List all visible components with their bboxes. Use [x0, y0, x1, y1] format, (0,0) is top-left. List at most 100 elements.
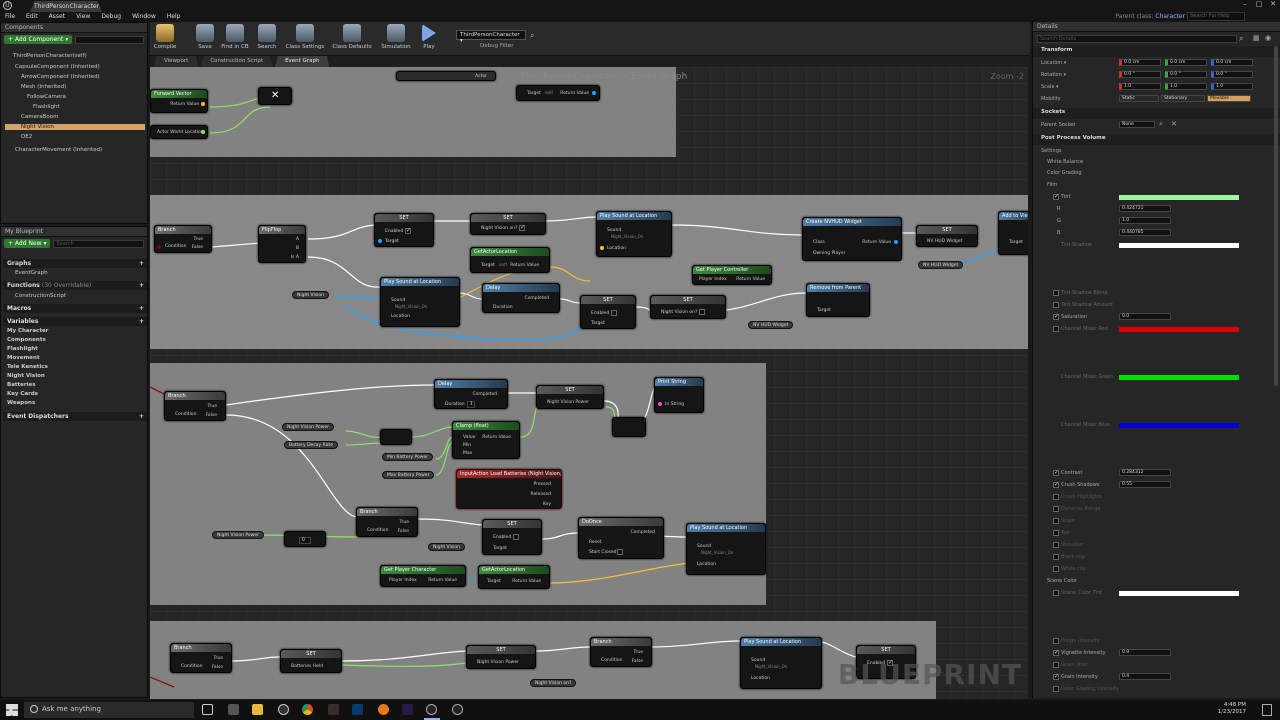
object-pin[interactable]	[894, 240, 898, 244]
fringe-checkbox[interactable]	[1053, 638, 1059, 644]
sound-asset[interactable]: Night_Vision_On	[611, 234, 643, 239]
var-group-my-character[interactable]: My Character	[7, 328, 48, 334]
mobility-static-button[interactable]: Static	[1119, 95, 1159, 102]
details-section-sockets[interactable]: Sockets	[1033, 108, 1280, 119]
node-branch-4[interactable]: Branch Condition True False	[170, 643, 232, 673]
saturation-field[interactable]: 0.0	[1119, 313, 1171, 320]
node-set-enabled-1[interactable]: SET Enabled Target	[374, 213, 434, 247]
object-pin[interactable]	[592, 91, 596, 95]
var-group-key-cards[interactable]: Key Cards	[7, 391, 38, 397]
debug-object-select[interactable]: ThirdPersonCharacter ▾	[456, 30, 526, 44]
node-remove-from-parent[interactable]: Remove from Parent Target	[806, 283, 870, 317]
blueprint-search-input[interactable]: Search	[53, 239, 144, 248]
node-input-action-load-batteries[interactable]: InputAction Load Batteries (Night Vision…	[456, 469, 562, 509]
mixer-blue-swatch[interactable]	[1119, 423, 1239, 428]
class-settings-button[interactable]: Class Settings	[284, 24, 326, 50]
saturation-checkbox[interactable]	[1053, 313, 1059, 320]
close-icon[interactable]: ✕	[1266, 0, 1280, 12]
tint-shadow-blend-checkbox[interactable]	[1053, 290, 1059, 296]
component-self[interactable]: ThirdPersonCharacter(self)	[13, 53, 87, 59]
photoshop-icon[interactable]	[352, 704, 363, 715]
scale-label[interactable]: Scale ▾	[1041, 84, 1059, 90]
details-row-settings[interactable]: Settings	[1033, 146, 1280, 157]
node-set-nv-power-2[interactable]: SET Night Vision Power	[466, 645, 536, 669]
details-tab[interactable]: Details	[1033, 22, 1280, 32]
node-get-player-controller[interactable]: Get Player Controller Player Index Retur…	[692, 265, 772, 285]
component-charactermovement[interactable]: CharacterMovement (Inherited)	[15, 147, 102, 153]
var-group-tele-kenetics[interactable]: Tele Kenetics	[7, 364, 48, 370]
var-group-flashlight[interactable]: Flashlight	[7, 346, 38, 352]
details-eye-icon[interactable]: ◉	[1265, 34, 1271, 42]
help-search-input[interactable]: Search For Help	[1187, 12, 1245, 21]
tint-b-field[interactable]: 0.440785	[1119, 229, 1171, 236]
vignette-checkbox[interactable]	[1053, 649, 1059, 656]
play-button[interactable]: Play	[418, 24, 440, 50]
component-flashlight[interactable]: Flashlight	[33, 104, 60, 110]
var-group-components[interactable]: Components	[7, 337, 46, 343]
var-group-movement[interactable]: Movement	[7, 355, 40, 361]
parent-class-value[interactable]: Character	[1155, 13, 1185, 20]
rotation-x-field[interactable]: 0.0 °	[1119, 71, 1161, 78]
node-play-sound-4[interactable]: Play Sound at Location Sound Night_Visio…	[740, 637, 822, 689]
simulation-button[interactable]: Simulation	[380, 24, 412, 50]
menu-view[interactable]: View	[76, 12, 90, 22]
compare-value-field[interactable]: 0	[299, 537, 311, 544]
crush-shadows-field[interactable]: 0.55	[1119, 481, 1171, 488]
tab-event-graph[interactable]: Event Graph	[275, 56, 330, 67]
var-min-battery-power[interactable]: Min Battery Power	[382, 453, 434, 461]
node-compare[interactable]: 0	[284, 531, 326, 547]
details-view-options-icon[interactable]: ▦	[1253, 34, 1260, 42]
contrast-checkbox[interactable]	[1053, 469, 1059, 476]
var-night-vision-2[interactable]: Night Vision	[428, 543, 465, 551]
task-view-icon[interactable]	[202, 704, 213, 715]
node-branch-3[interactable]: Branch Condition True False	[356, 507, 418, 537]
scale-z-field[interactable]: 1.0	[1211, 83, 1253, 90]
vignette-field[interactable]: 0.9	[1119, 649, 1171, 656]
color-grading-intensity-checkbox[interactable]	[1053, 686, 1059, 692]
node-play-sound-3[interactable]: Play Sound at Location Sound Night_Visio…	[686, 523, 766, 575]
debug-search-icon[interactable]: ⌕	[530, 31, 534, 41]
save-button[interactable]: Save	[194, 24, 216, 50]
socket-search-icon[interactable]: ⌕	[1159, 120, 1163, 129]
sound-asset[interactable]: Night_Vision_On	[701, 550, 733, 555]
socket-clear-icon[interactable]: ✕	[1171, 120, 1177, 128]
tint-color-swatch[interactable]	[1119, 195, 1239, 200]
minimize-icon[interactable]: –	[1238, 0, 1252, 12]
add-graph-icon[interactable]: +	[139, 259, 144, 268]
tint-checkbox[interactable]	[1053, 193, 1059, 200]
document-tab[interactable]: ThirdPersonCharacter	[30, 1, 102, 12]
my-blueprint-tab[interactable]: My Blueprint	[1, 227, 147, 237]
calculator-icon[interactable]	[228, 704, 239, 715]
menu-asset[interactable]: Asset	[49, 12, 65, 22]
section-event-dispatchers[interactable]: Event Dispatchers +	[3, 412, 147, 421]
night-vision-on-checkbox[interactable]	[699, 309, 705, 315]
notification-icon[interactable]	[1262, 704, 1272, 716]
component-capsule[interactable]: CapsuleComponent (Inherited)	[15, 64, 100, 70]
add-component-button[interactable]: + Add Component ▾	[4, 35, 73, 44]
object-pin[interactable]	[378, 239, 382, 243]
section-variables[interactable]: Variables +	[3, 317, 147, 326]
eventgraph-item[interactable]: EventGraph	[15, 270, 48, 276]
node-forward-vector[interactable]: Forward Vector Return Value	[150, 89, 208, 113]
find-in-cb-button[interactable]: Find in CB	[220, 24, 250, 50]
component-mesh[interactable]: Mesh (Inherited)	[21, 84, 66, 90]
mixer-green-swatch[interactable]	[1119, 375, 1239, 380]
node-set-night-vision-off[interactable]: SET Night Vision on?	[650, 295, 726, 319]
rotation-y-field[interactable]: 0.0 °	[1165, 71, 1207, 78]
node-branch-1[interactable]: Branch Condition True False	[154, 225, 212, 253]
var-night-vision-power-2[interactable]: Night Vision Power	[212, 531, 264, 539]
var-group-batteries[interactable]: Batteries	[7, 382, 36, 388]
details-search-input[interactable]: Search Details	[1037, 35, 1237, 43]
component-night-vision[interactable]: Night Vision	[5, 124, 145, 130]
scene-color-tint-swatch[interactable]	[1119, 591, 1239, 596]
chrome-icon[interactable]	[302, 704, 313, 715]
sound-asset[interactable]: Night_Vision_On	[755, 664, 787, 669]
component-followcamera[interactable]: FollowCamera	[27, 94, 66, 100]
node-set-nv-hud[interactable]: SET NV HUD Widget	[916, 225, 978, 247]
node-get-actor-location-2[interactable]: GetActorLocation Target Return Value	[478, 565, 550, 589]
obs-icon[interactable]	[452, 704, 463, 715]
details-section-ppv[interactable]: Post Process Volume	[1033, 134, 1280, 145]
scale-y-field[interactable]: 1.0	[1165, 83, 1207, 90]
windows-start-icon[interactable]	[6, 704, 18, 716]
search-button[interactable]: Search	[254, 24, 280, 50]
